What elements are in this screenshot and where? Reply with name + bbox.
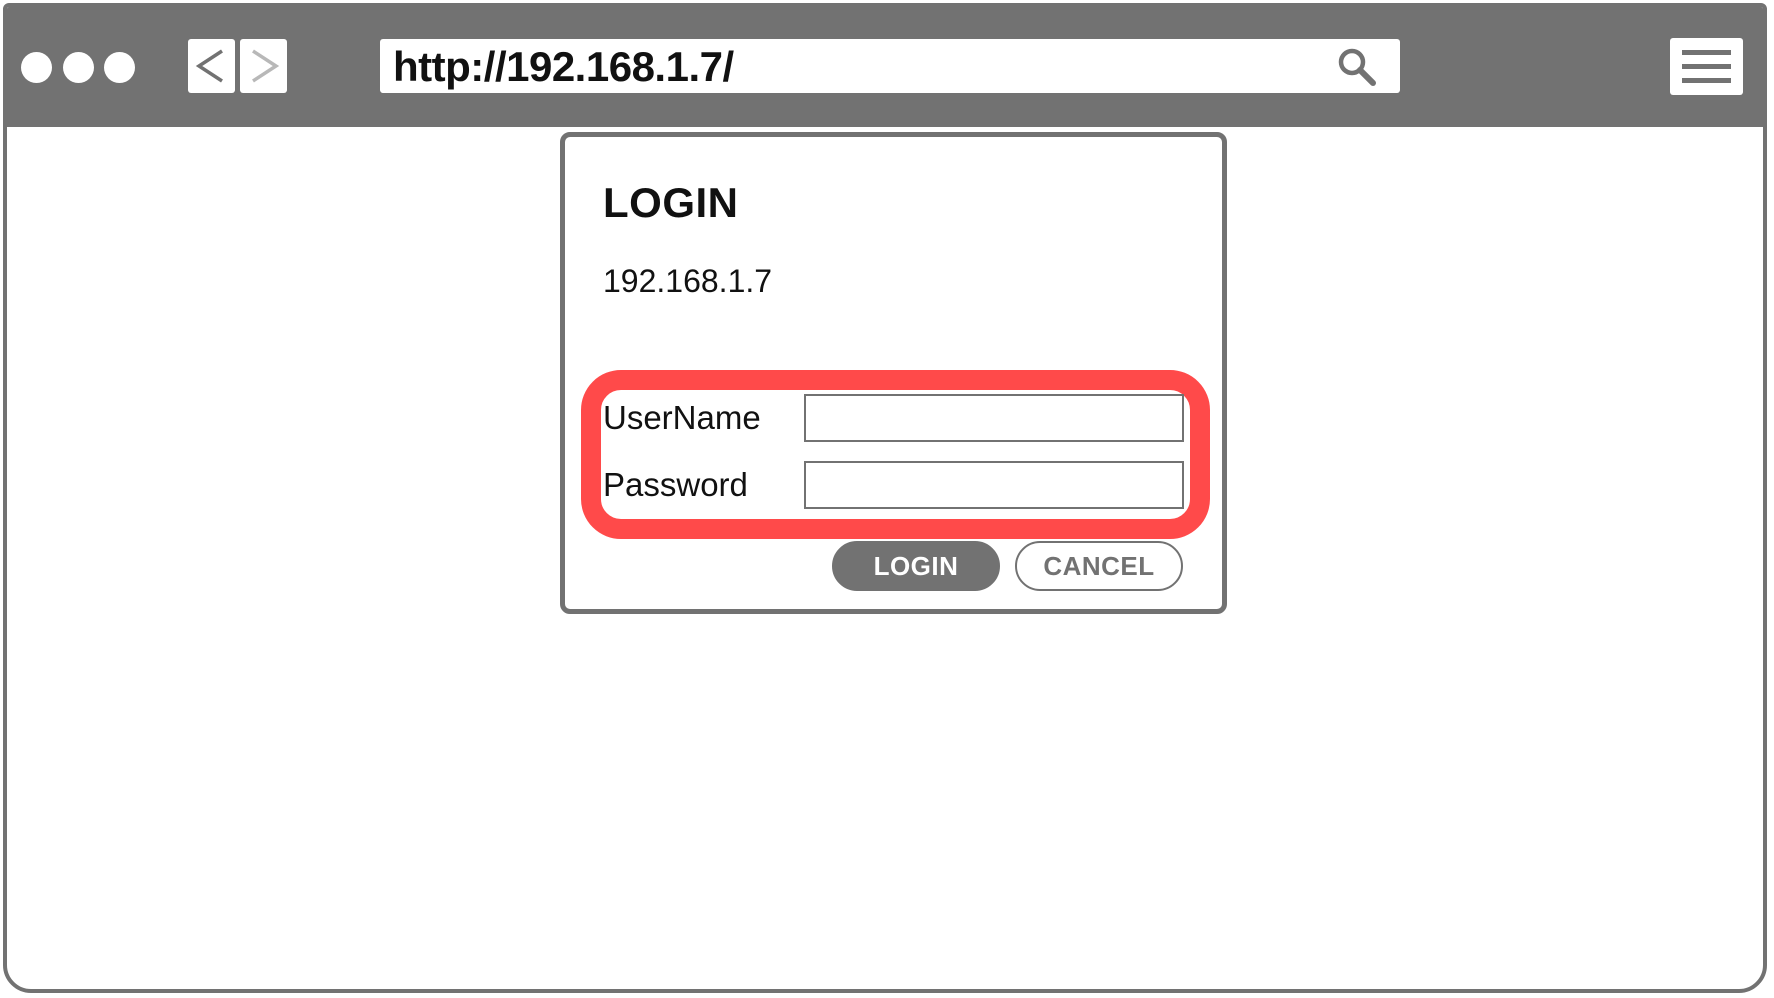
chevron-left-icon [195,49,223,83]
window-control-dot[interactable] [104,52,135,83]
chevron-right-icon [252,49,280,83]
username-input[interactable] [804,394,1184,442]
browser-toolbar: http://192.168.1.7/ [7,7,1763,127]
login-button[interactable]: LOGIN [832,541,1000,591]
login-dialog: LOGIN 192.168.1.7 UserName Password LOGI… [560,132,1227,614]
hamburger-menu-icon [1682,50,1731,83]
forward-button[interactable] [240,39,287,93]
window-control-dot[interactable] [21,52,52,83]
password-label: Password [603,466,748,503]
menu-button[interactable] [1670,38,1743,95]
browser-window: http://192.168.1.7/ LOGIN 192.168.1.7 Us… [3,3,1767,993]
password-input[interactable] [804,461,1184,509]
search-icon[interactable] [1336,46,1378,88]
url-text[interactable]: http://192.168.1.7/ [393,39,734,93]
window-control-dot[interactable] [63,52,94,83]
address-bar[interactable]: http://192.168.1.7/ [380,39,1400,93]
cancel-button[interactable]: CANCEL [1015,541,1183,591]
username-label: UserName [603,399,761,436]
dialog-host: 192.168.1.7 [603,263,773,299]
dialog-title: LOGIN [603,179,739,226]
back-button[interactable] [188,39,235,93]
